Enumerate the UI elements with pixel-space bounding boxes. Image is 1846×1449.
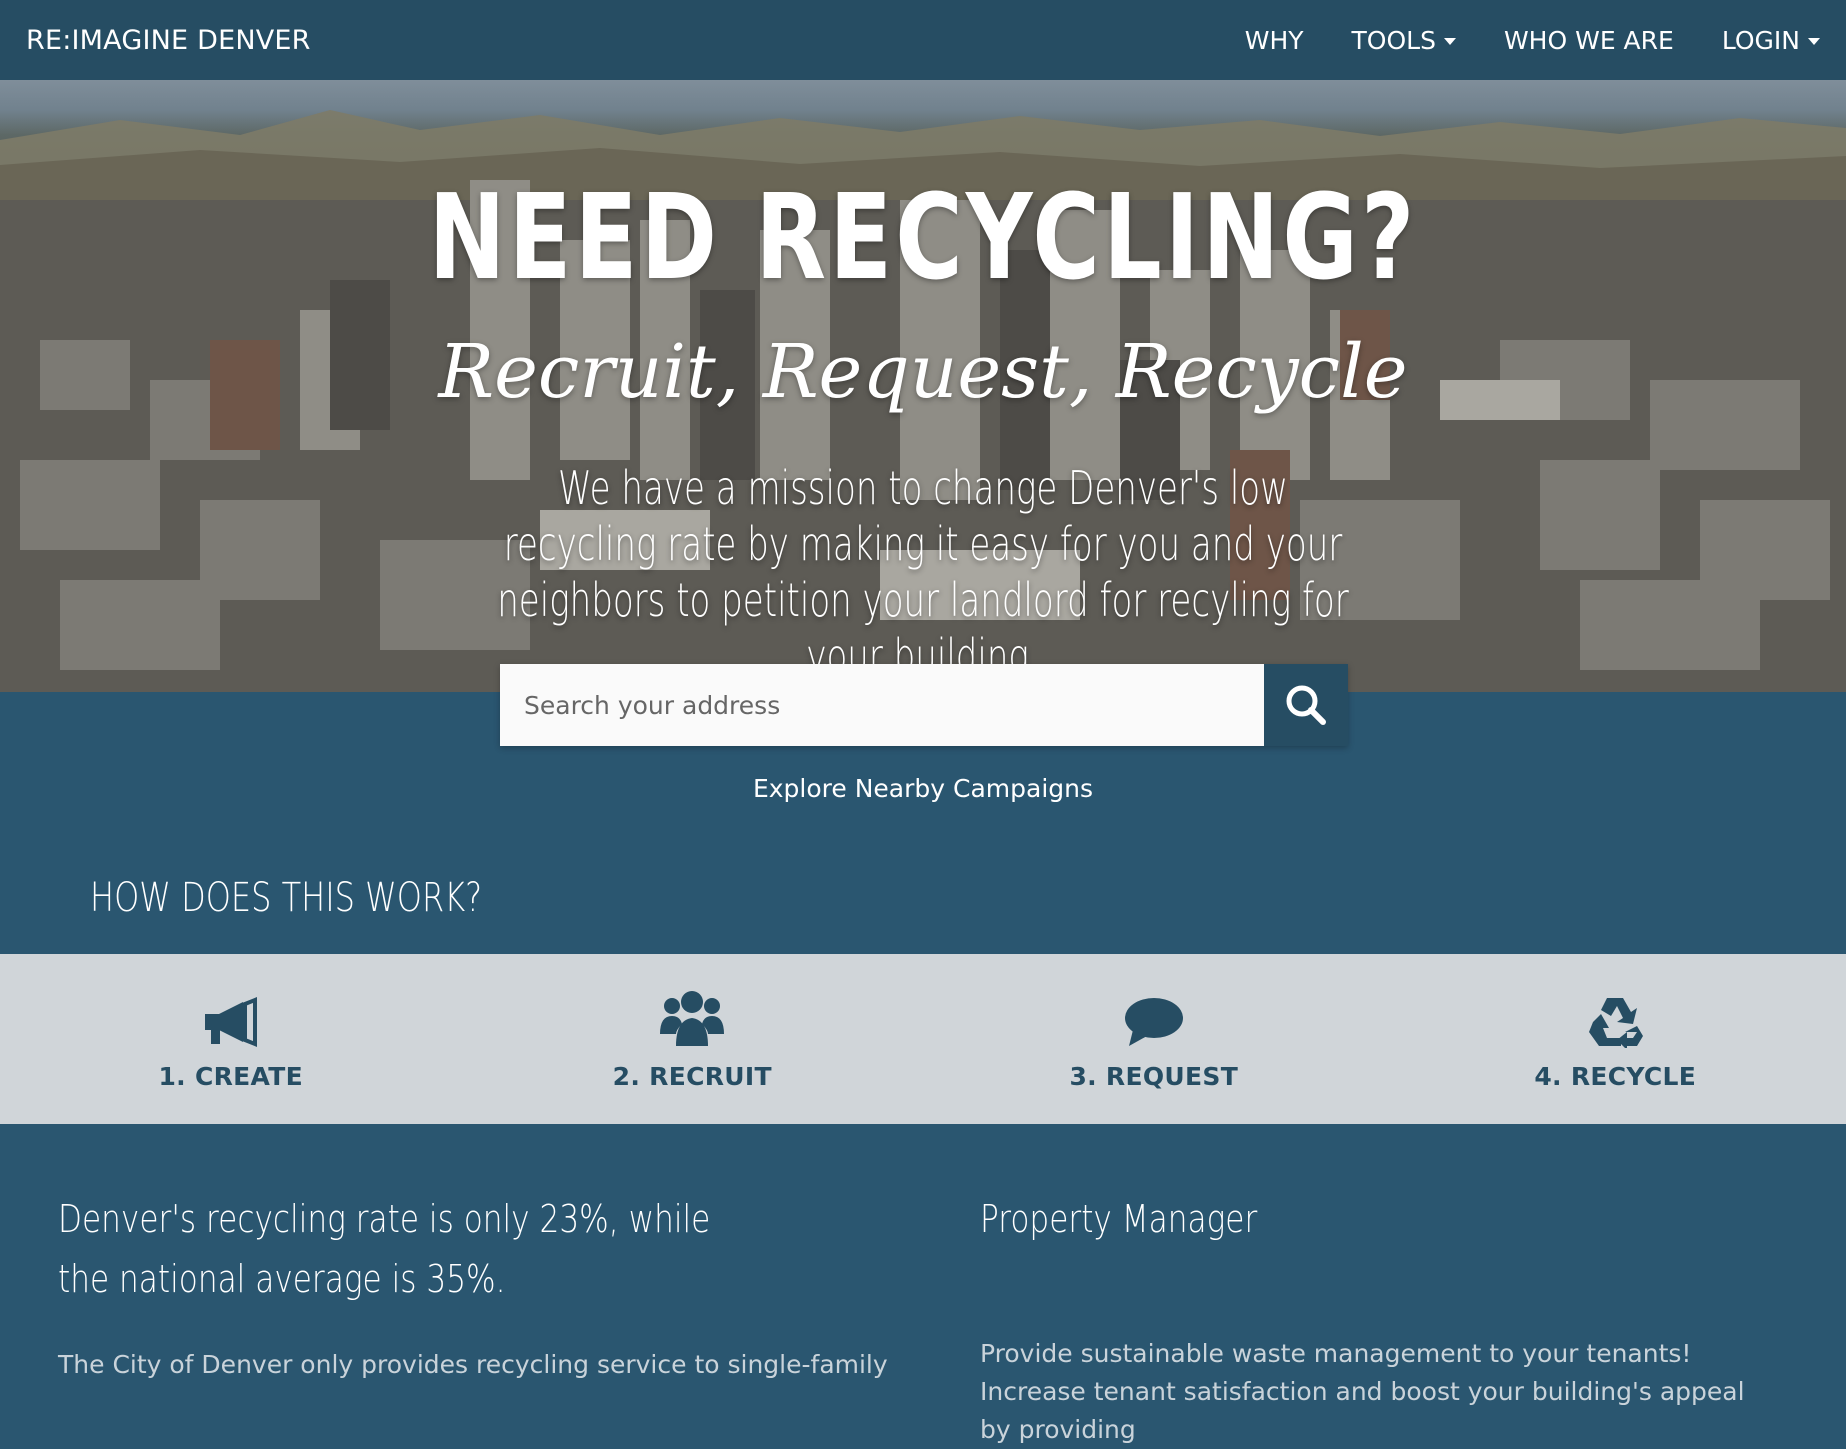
nav-menu: WHY TOOLS WHO WE ARE LOGIN: [1245, 26, 1820, 55]
caret-down-icon: [1444, 38, 1456, 45]
navbar: RE:IMAGINE DENVER WHY TOOLS WHO WE ARE L…: [0, 0, 1846, 80]
step-label: 2. RECRUIT: [613, 1062, 772, 1091]
caret-down-icon: [1808, 38, 1820, 45]
search-input[interactable]: [500, 664, 1264, 746]
step-create[interactable]: 1. CREATE: [0, 954, 462, 1124]
info-section: Denver's recycling rate is only 23%, whi…: [0, 1124, 1846, 1394]
brand-logo[interactable]: RE:IMAGINE DENVER: [26, 25, 311, 56]
address-search: [500, 664, 1348, 746]
megaphone-icon: [201, 996, 261, 1048]
stats-heading: Denver's recycling rate is only 23%, whi…: [58, 1189, 763, 1309]
steps-bar: 1. CREATE 2. RECRUIT 3. REQUEST: [0, 954, 1846, 1124]
nav-item-label: WHY: [1245, 26, 1304, 55]
step-label: 4. RECYCLE: [1534, 1062, 1696, 1091]
nav-item-tools[interactable]: TOOLS: [1352, 26, 1456, 55]
nav-item-login[interactable]: LOGIN: [1722, 26, 1820, 55]
comment-icon: [1123, 996, 1185, 1048]
hero-banner: NEED RECYCLING? Recruit, Request, Recycl…: [0, 80, 1846, 692]
recycle-icon: [1585, 992, 1645, 1048]
hero-title: NEED RECYCLING?: [203, 178, 1643, 296]
search-icon: [1283, 682, 1329, 728]
explore-nearby-link[interactable]: Explore Nearby Campaigns: [0, 774, 1846, 803]
hero-mission-text: We have a mission to change Denver's low…: [492, 460, 1355, 684]
property-manager-text: Provide sustainable waste management to …: [980, 1335, 1780, 1449]
stats-text: The City of Denver only provides recycli…: [58, 1346, 918, 1384]
step-recruit[interactable]: 2. RECRUIT: [462, 954, 924, 1124]
how-it-works-heading: HOW DOES THIS WORK?: [90, 875, 482, 921]
nav-item-who-we-are[interactable]: WHO WE ARE: [1504, 26, 1674, 55]
nav-item-label: LOGIN: [1722, 26, 1800, 55]
users-icon: [660, 988, 724, 1048]
step-label: 1. CREATE: [158, 1062, 303, 1091]
search-button[interactable]: [1264, 664, 1348, 746]
nav-item-why[interactable]: WHY: [1245, 26, 1304, 55]
property-manager-heading: Property Manager: [980, 1189, 1603, 1249]
step-recycle[interactable]: 4. RECYCLE: [1385, 954, 1846, 1124]
hero-subtitle: Recruit, Request, Recycle: [0, 332, 1846, 413]
nav-item-label: WHO WE ARE: [1504, 26, 1674, 55]
nav-item-label: TOOLS: [1352, 26, 1436, 55]
step-request[interactable]: 3. REQUEST: [923, 954, 1385, 1124]
step-label: 3. REQUEST: [1069, 1062, 1238, 1091]
